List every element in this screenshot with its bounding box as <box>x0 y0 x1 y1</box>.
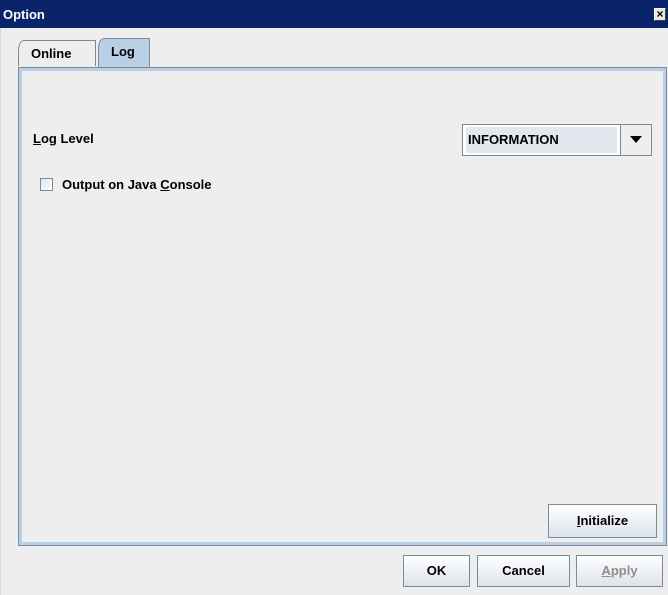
checkbox-label-mnemonic: C <box>160 177 170 192</box>
close-icon[interactable]: × <box>654 8 666 21</box>
initialize-button[interactable]: Initialize <box>548 504 657 538</box>
tab-online[interactable]: Online <box>18 40 96 66</box>
log-level-mnemonic: L <box>33 131 41 146</box>
log-level-label: Log Level <box>33 131 94 146</box>
ok-button[interactable]: OK <box>403 555 470 587</box>
output-java-console-checkbox[interactable] <box>40 178 53 191</box>
dropdown-arrow-button[interactable] <box>620 125 651 155</box>
log-level-dropdown[interactable]: INFORMATION <box>462 124 652 156</box>
apply-mnemonic: A <box>601 563 611 578</box>
log-level-selected-value: INFORMATION <box>466 127 617 153</box>
window-title: Option <box>3 7 45 22</box>
apply-button[interactable]: Apply <box>576 555 663 587</box>
tab-log[interactable]: Log <box>98 38 150 68</box>
chevron-down-icon <box>630 136 642 143</box>
output-java-console-label: Output on Java Console <box>62 177 212 192</box>
apply-label: pply <box>610 563 638 578</box>
checkbox-label-suffix: onsole <box>169 177 212 192</box>
log-level-label-text: og Level <box>40 131 94 146</box>
checkbox-label-prefix: Output on Java <box>62 177 161 192</box>
cancel-button[interactable]: Cancel <box>477 555 570 587</box>
initialize-label: nitialize <box>580 513 629 528</box>
title-bar: Option × <box>0 0 668 28</box>
